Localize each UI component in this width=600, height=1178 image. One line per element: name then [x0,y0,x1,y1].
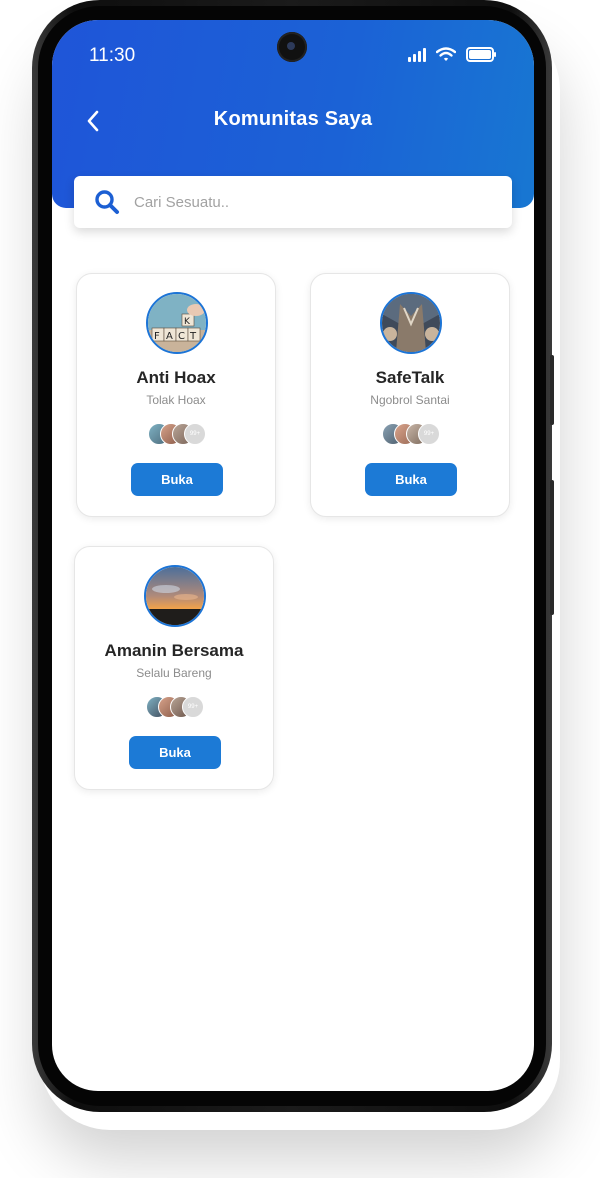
community-subtitle: Selalu Bareng [136,666,212,680]
community-subtitle: Tolak Hoax [146,393,206,407]
community-name: Anti Hoax [136,368,216,387]
community-name: SafeTalk [375,368,445,387]
svg-text:F: F [154,331,160,342]
screen: 11:30 Komunitas Saya F [52,20,534,1091]
community-card: Amanin Bersama Selalu Bareng 99+ Buka [74,546,274,790]
status-time: 11:30 [89,45,136,66]
wifi-icon [436,47,456,61]
front-camera [277,32,307,62]
community-name: Amanin Bersama [104,641,244,660]
community-avatar [380,292,442,354]
svg-text:C: C [178,331,185,342]
member-count-badge: 99+ [182,696,204,718]
member-count-badge: 99+ [418,423,440,445]
open-button[interactable]: Buka [131,463,223,496]
svg-text:A: A [166,331,173,342]
status-icons [408,47,496,62]
search-bar[interactable] [74,176,512,228]
community-subtitle: Ngobrol Santai [370,393,450,407]
member-count-badge: 99+ [184,423,206,445]
community-card: F A C T K Anti Hoax Tolak Hoax 99+ Buka [76,273,276,517]
battery-icon [466,47,496,62]
member-avatars: 99+ [148,423,208,445]
community-avatar: F A C T K [146,292,208,354]
signal-icon [408,47,426,62]
member-avatars: 99+ [382,423,442,445]
search-input[interactable] [132,192,476,212]
volume-button [550,355,554,425]
search-icon [95,190,119,214]
community-avatar [144,565,206,627]
open-button[interactable]: Buka [365,463,457,496]
svg-text:T: T [189,331,197,342]
member-avatars: 99+ [146,696,206,718]
power-button [550,480,554,615]
community-card: SafeTalk Ngobrol Santai 99+ Buka [310,273,510,517]
open-button[interactable]: Buka [129,736,221,769]
page-title: Komunitas Saya [213,108,373,130]
